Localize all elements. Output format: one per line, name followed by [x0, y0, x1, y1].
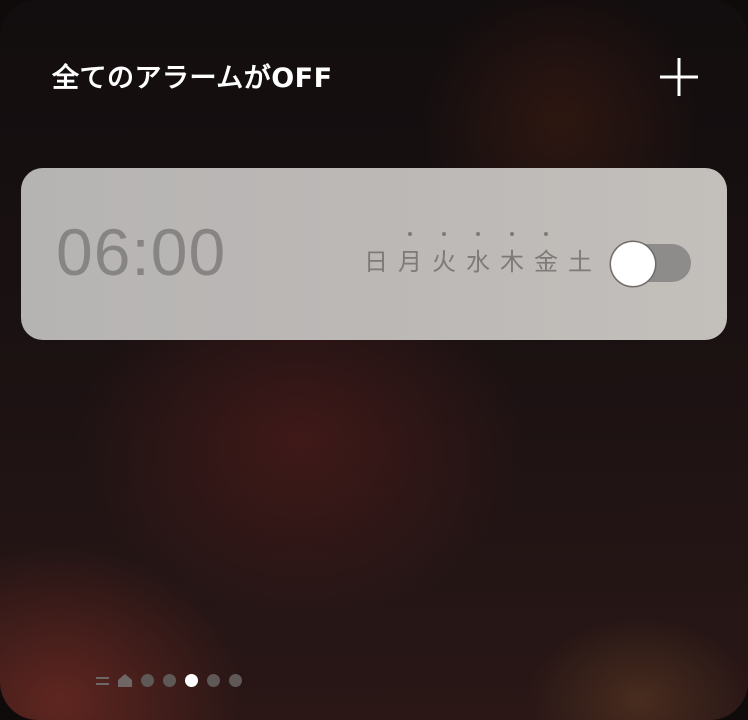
weekday-label: 日 — [364, 248, 388, 276]
weekday-selected-dot — [442, 232, 446, 236]
plus-icon — [660, 58, 698, 96]
page-title: 全てのアラームがOFF — [52, 63, 333, 94]
home-icon[interactable] — [118, 674, 132, 687]
page-dot[interactable] — [229, 674, 242, 687]
toggle-knob — [611, 242, 655, 286]
page-dot[interactable] — [141, 674, 154, 687]
weekday-label: 木 — [500, 248, 524, 276]
alarm-card[interactable]: 06:00 日 月 火 水 木 金 土 — [21, 168, 727, 340]
weekday-wed: 水 — [461, 230, 495, 277]
weekday-label: 月 — [398, 248, 422, 276]
weekday-label: 土 — [568, 248, 592, 276]
weekday-selected-dot — [476, 232, 480, 236]
weekday-thu: 木 — [495, 230, 529, 277]
weekday-sat: 土 — [563, 230, 597, 277]
page-dot-active[interactable] — [185, 674, 198, 687]
alarm-weekdays: 日 月 火 水 木 金 土 — [359, 230, 597, 277]
page-indicator — [96, 674, 242, 687]
weekday-selected-dot — [544, 232, 548, 236]
weekday-sun: 日 — [359, 230, 393, 277]
add-alarm-button[interactable] — [656, 54, 702, 100]
alarm-time: 06:00 — [56, 215, 227, 289]
page-dot[interactable] — [163, 674, 176, 687]
alarm-toggle[interactable] — [611, 242, 691, 286]
weekday-label: 金 — [534, 248, 558, 276]
weekday-fri: 金 — [529, 230, 563, 277]
weekday-label: 水 — [466, 248, 490, 276]
weekday-selected-dot — [408, 232, 412, 236]
page-dot[interactable] — [207, 674, 220, 687]
menu-icon[interactable] — [96, 676, 109, 686]
weekday-selected-dot — [510, 232, 514, 236]
weekday-label: 火 — [432, 248, 456, 276]
weekday-mon: 月 — [393, 230, 427, 277]
alarm-screen: 全てのアラームがOFF 06:00 日 月 火 水 木 金 土 — [0, 0, 748, 720]
weekday-tue: 火 — [427, 230, 461, 277]
